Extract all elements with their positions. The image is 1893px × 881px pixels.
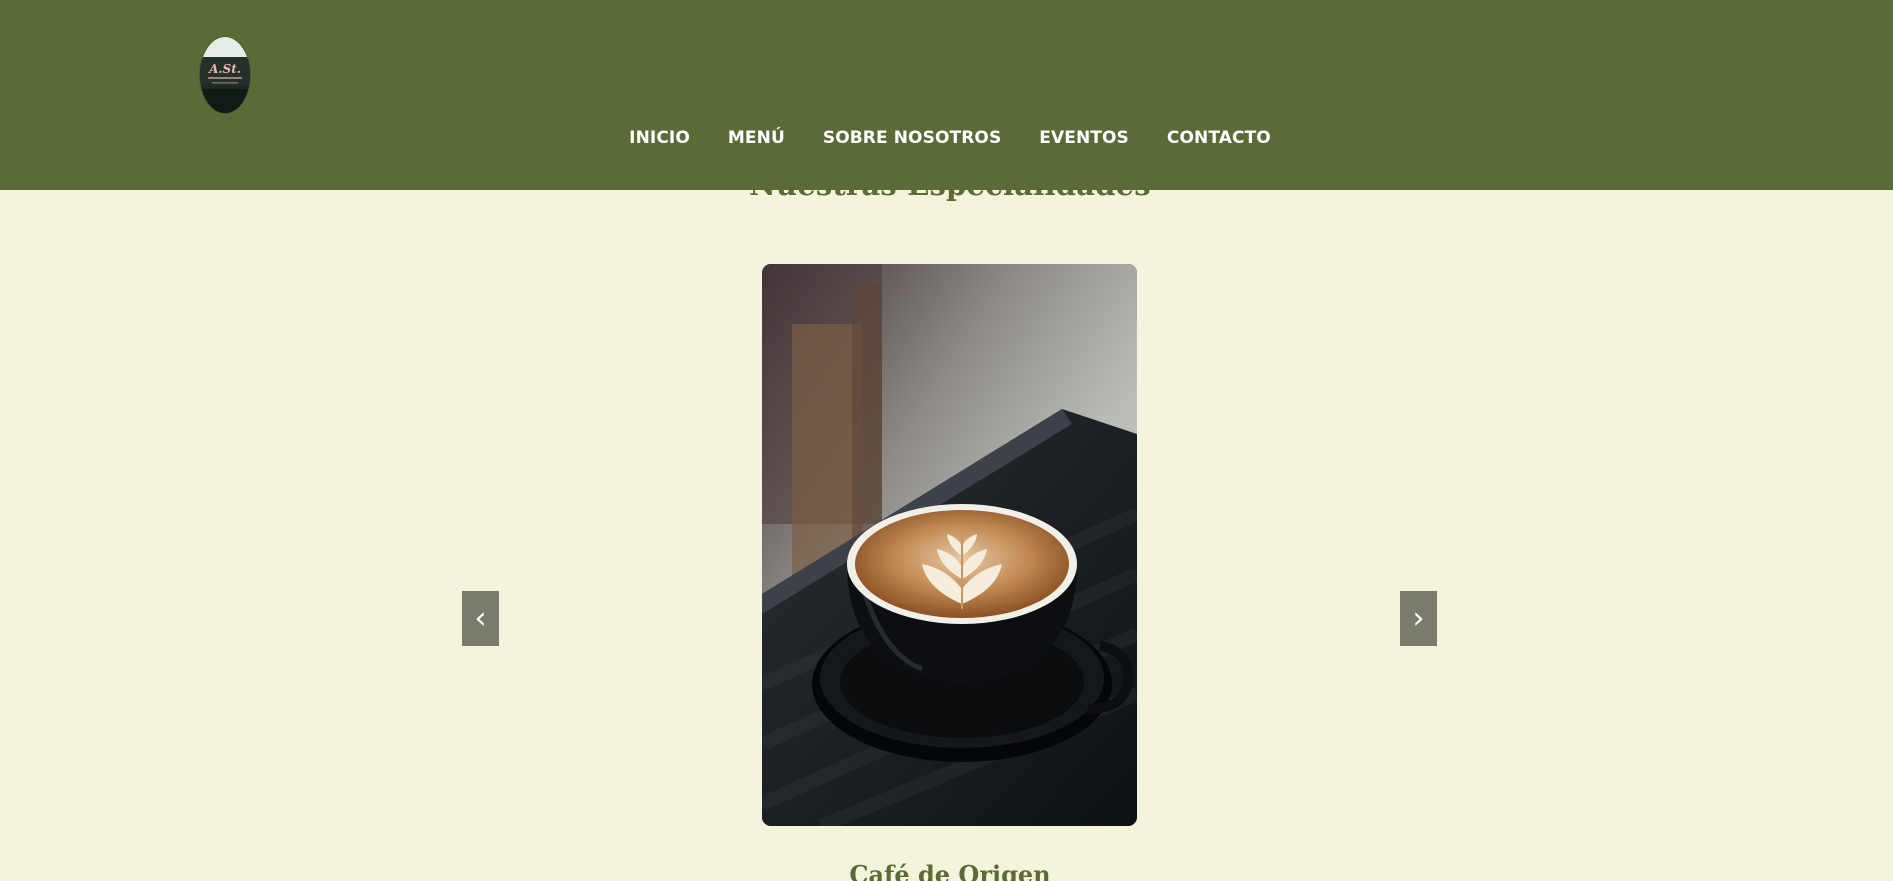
nav-link-menu[interactable]: MENÚ	[728, 124, 785, 152]
nav-link-contacto[interactable]: CONTACTO	[1167, 124, 1271, 152]
chevron-left-icon: ‹	[474, 600, 487, 636]
carousel-next-button[interactable]: ›	[1400, 591, 1437, 646]
coffee-latte-image	[762, 264, 1137, 826]
nav-link-inicio[interactable]: INICIO	[629, 124, 690, 152]
nav-link-sobre-nosotros[interactable]: SOBRE NOSOTROS	[823, 124, 1001, 152]
carousel-prev-button[interactable]: ‹	[462, 591, 499, 646]
site-header: A.St. INICIO MENÚ SOBRE NOSOTROS EVENTOS…	[0, 0, 1893, 190]
cafe-logo[interactable]: A.St.	[200, 37, 250, 113]
main-nav: INICIO MENÚ SOBRE NOSOTROS EVENTOS CONTA…	[0, 124, 1893, 152]
nav-link-eventos[interactable]: EVENTOS	[1039, 124, 1129, 152]
logo-lettering: A.St.	[208, 62, 241, 76]
page: Nuestras Especialidades	[0, 0, 1893, 881]
chevron-right-icon: ›	[1412, 600, 1425, 636]
slide-caption: Café de Origen	[849, 860, 1051, 881]
